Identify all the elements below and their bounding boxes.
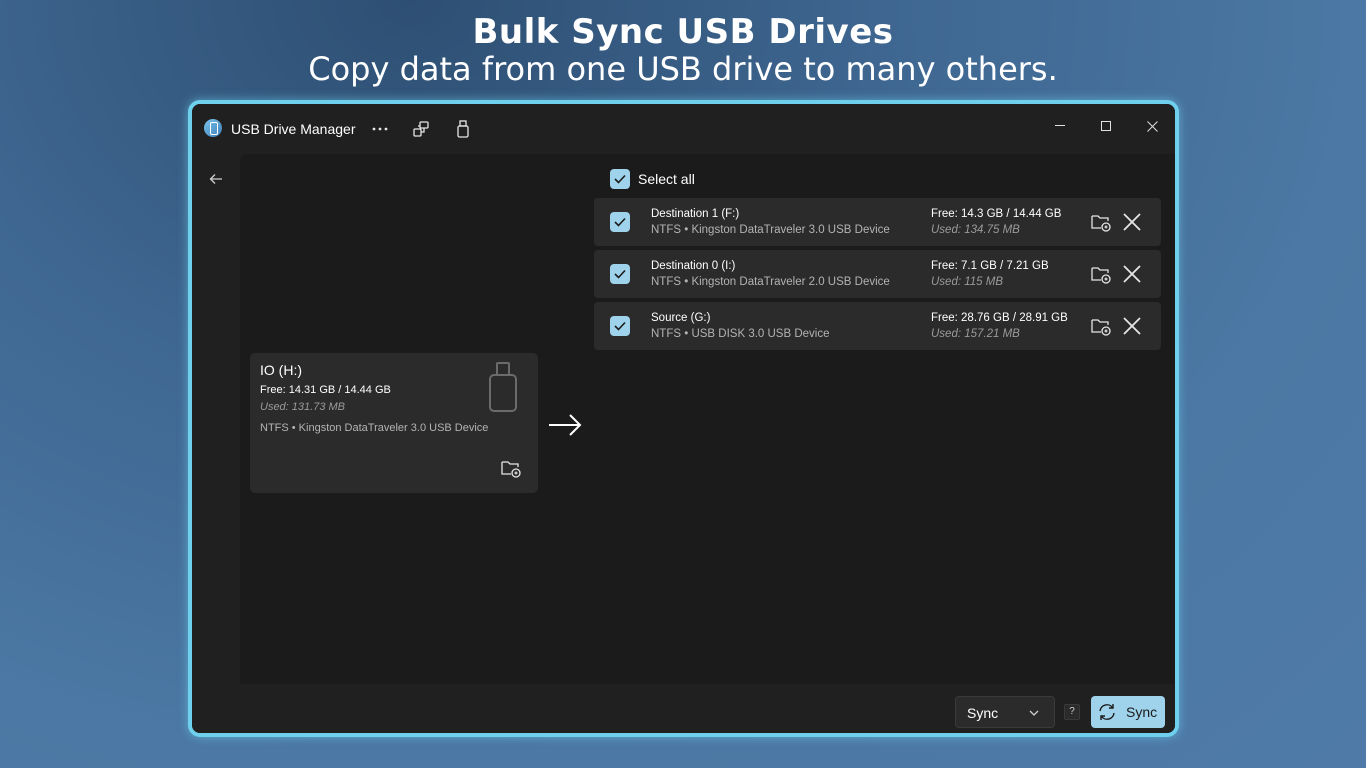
help-button[interactable]: ? [1064,704,1080,720]
select-all-checkbox[interactable]: Select all [610,169,695,189]
connected-devices-button[interactable] [407,116,435,142]
destination-drive-row[interactable]: Source (G:) NTFS • USB DISK 3.0 USB Devi… [594,302,1161,350]
drive-used-space: Used: 157.21 MB [931,328,1020,340]
drive-description: NTFS • USB DISK 3.0 USB Device [651,328,830,340]
usb-drive-icon [489,362,517,412]
minimize-icon [1055,125,1065,126]
right-arrow-icon [549,414,582,436]
open-folder-icon[interactable] [500,458,522,478]
checkmark-icon [614,321,626,331]
drive-name: Destination 1 (F:) [651,208,740,220]
select-all-label: Select all [638,171,695,187]
source-drive-used: Used: 131.73 MB [260,401,345,413]
open-folder-icon[interactable] [1090,212,1112,232]
usb-eject-button[interactable] [449,116,477,142]
sync-mode-value: Sync [967,705,999,721]
sync-mode-select[interactable]: Sync [955,696,1055,728]
checkmark-icon [614,174,626,184]
drive-description: NTFS • Kingston DataTraveler 2.0 USB Dev… [651,276,890,288]
maximize-icon [1101,121,1111,131]
drive-name: Source (G:) [651,312,711,324]
drive-checkbox[interactable] [610,316,630,336]
sync-icon [1099,704,1115,720]
sync-button[interactable]: Sync [1091,696,1165,728]
connected-devices-icon [413,121,429,137]
drive-free-space: Free: 7.1 GB / 7.21 GB [931,260,1049,272]
drive-free-space: Free: 14.3 GB / 14.44 GB [931,208,1062,220]
minimize-button[interactable] [1037,110,1083,142]
close-icon [1146,120,1158,132]
remove-icon[interactable] [1120,314,1144,338]
titlebar[interactable]: USB Drive Manager [192,104,1175,154]
drive-description: NTFS • Kingston DataTraveler 3.0 USB Dev… [651,224,890,236]
drive-used-space: Used: 115 MB [931,276,1004,288]
chevron-down-icon [1029,710,1039,716]
close-button[interactable] [1129,110,1175,142]
drive-checkbox[interactable] [610,264,630,284]
source-drive-card[interactable]: IO (H:) Free: 14.31 GB / 14.44 GB Used: … [250,353,538,493]
source-drive-description: NTFS • Kingston DataTraveler 3.0 USB Dev… [260,422,489,434]
select-all-check[interactable] [610,169,630,189]
drive-checkbox[interactable] [610,212,630,232]
remove-icon[interactable] [1120,262,1144,286]
footer-bar: Sync ? Sync [240,684,1175,733]
drive-used-space: Used: 134.75 MB [931,224,1020,236]
remove-icon[interactable] [1120,210,1144,234]
main-content: IO (H:) Free: 14.31 GB / 14.44 GB Used: … [240,154,1175,733]
back-button[interactable] [202,166,230,192]
checkmark-icon [614,269,626,279]
source-drive-name: IO (H:) [260,362,302,378]
destination-panel: Select all Destination 1 (F:) NTFS • Kin… [590,154,1175,684]
more-icon [372,127,388,131]
destination-drive-row[interactable]: Destination 0 (I:) NTFS • Kingston DataT… [594,250,1161,298]
open-folder-icon[interactable] [1090,264,1112,284]
checkmark-icon [614,217,626,227]
source-drive-free: Free: 14.31 GB / 14.44 GB [260,384,391,396]
sync-button-label: Sync [1126,704,1158,720]
app-window: USB Drive Manager IO (H:) Free: 14.31 GB… [188,100,1179,737]
maximize-button[interactable] [1083,110,1129,142]
back-arrow-icon [209,174,222,184]
more-button[interactable] [366,116,394,142]
drive-free-space: Free: 28.76 GB / 28.91 GB [931,312,1068,324]
app-title: USB Drive Manager [231,121,356,137]
destination-drive-row[interactable]: Destination 1 (F:) NTFS • Kingston DataT… [594,198,1161,246]
usb-drive-app-icon [204,119,222,137]
navigation-rail [192,154,240,733]
usb-eject-icon [457,120,469,138]
hero-title: Bulk Sync USB Drives [472,12,894,52]
hero-subtitle: Copy data from one USB drive to many oth… [308,50,1058,88]
drive-name: Destination 0 (I:) [651,260,736,272]
open-folder-icon[interactable] [1090,316,1112,336]
